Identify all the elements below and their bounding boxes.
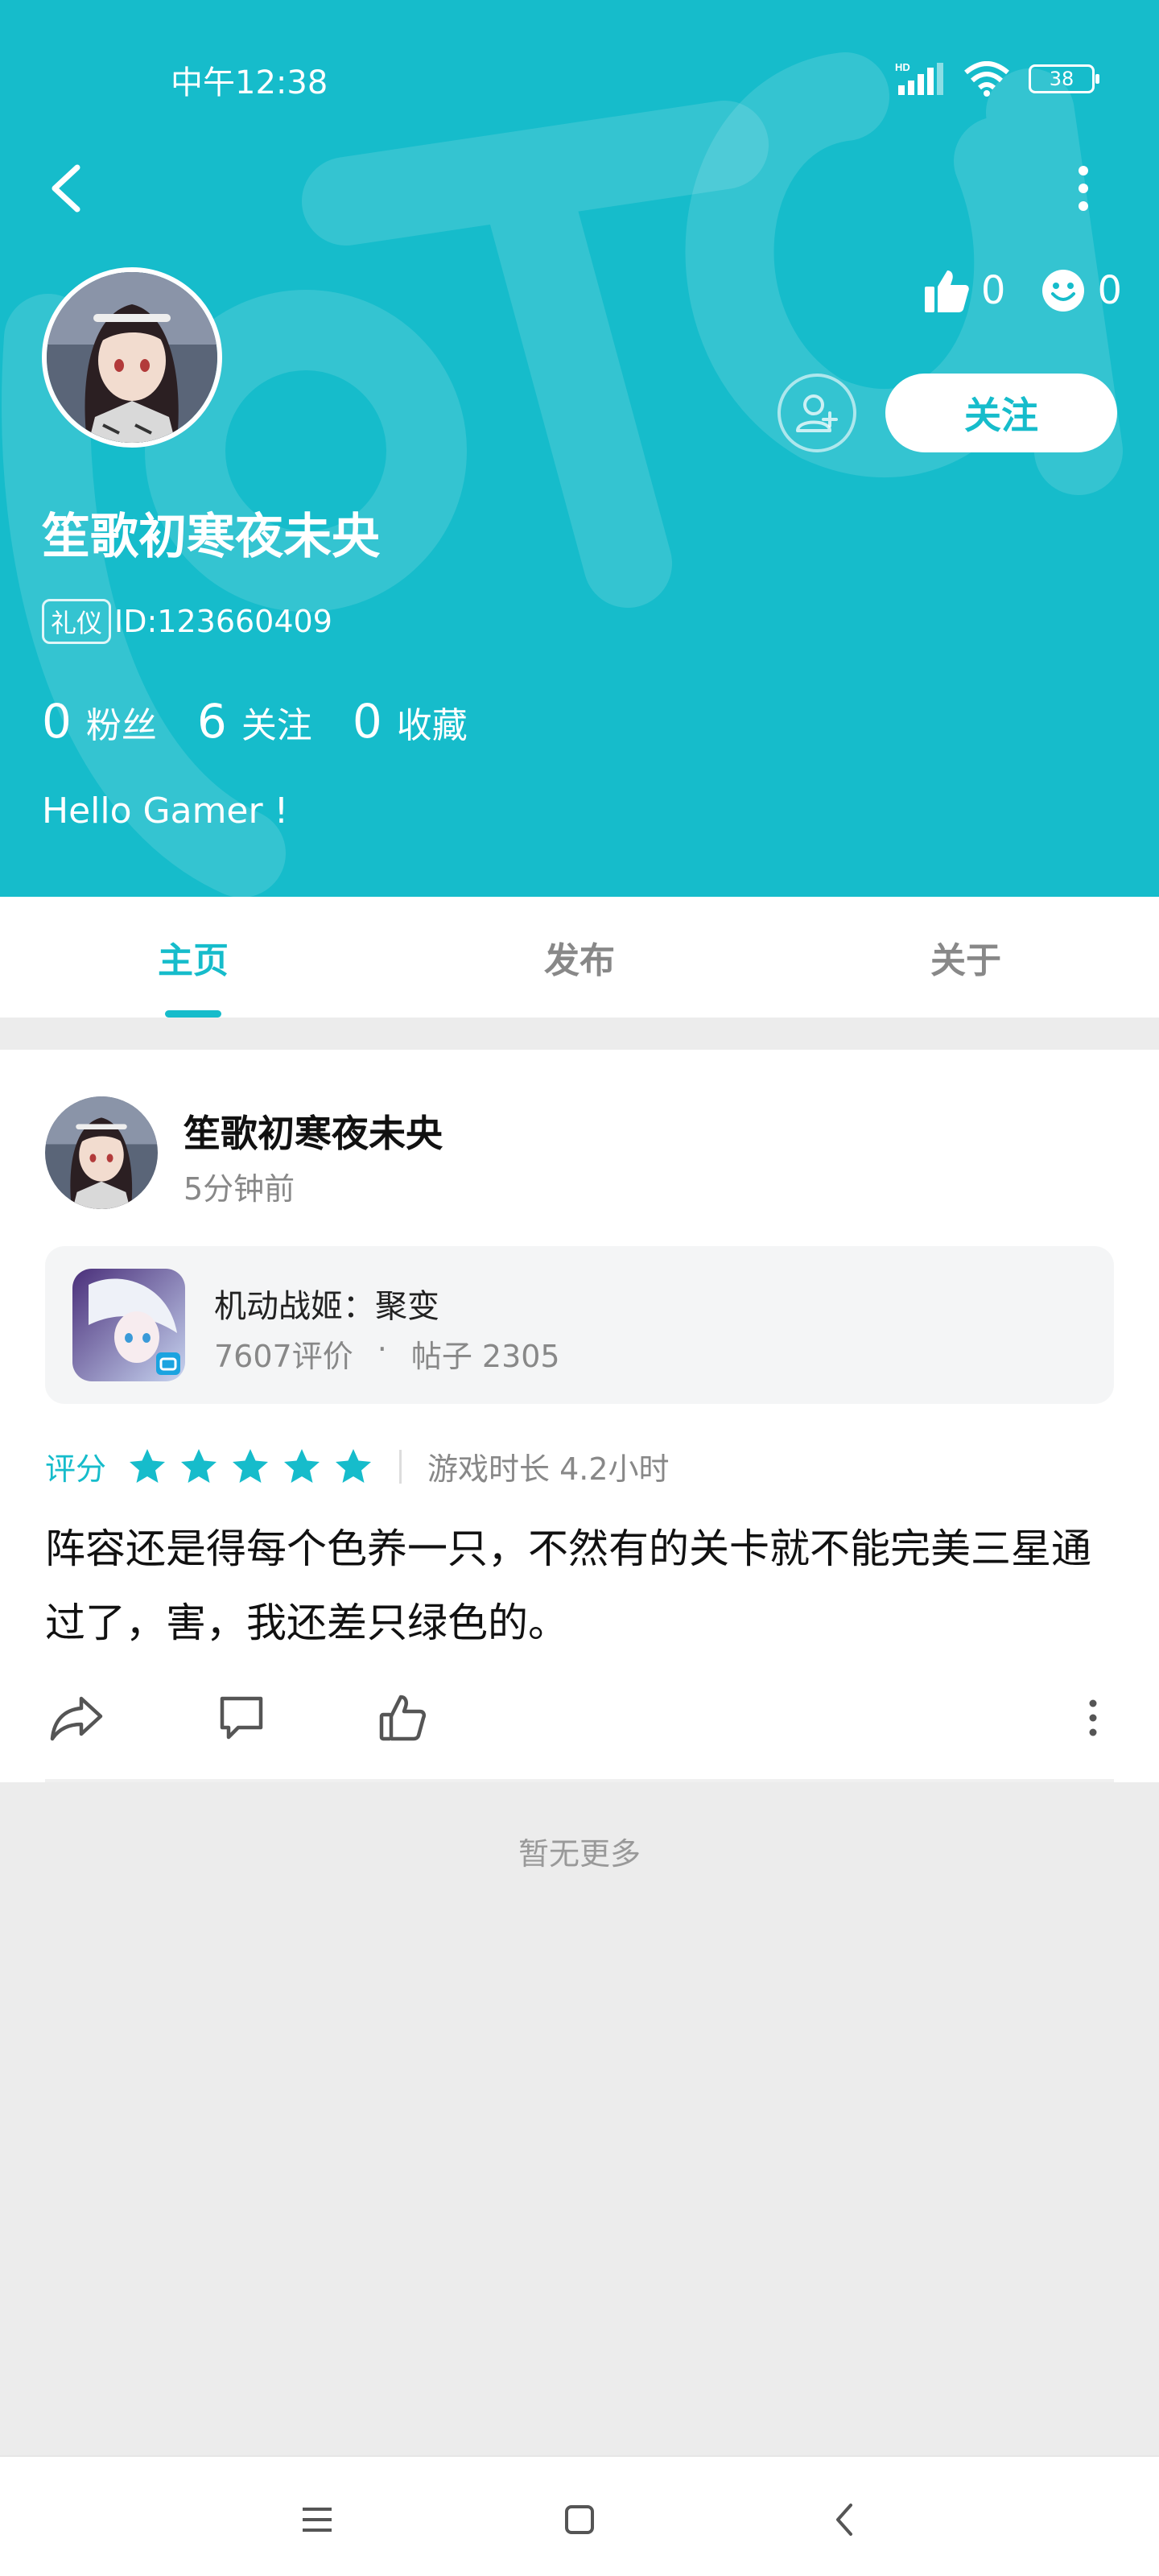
back-nav-button[interactable]: [813, 2487, 877, 2552]
meta-separator: ·: [377, 1331, 387, 1367]
profile-tabs: 主页 发布 关于: [0, 897, 1159, 1018]
home-nav-button[interactable]: [547, 2487, 612, 2552]
more-vertical-icon: [1089, 1699, 1097, 1736]
user-id: ID:123660409: [114, 604, 332, 639]
thumbs-up-icon: [924, 270, 969, 312]
section-gap: [0, 1018, 1159, 1050]
share-button[interactable]: [45, 1686, 109, 1750]
thumbs-up-icon: [379, 1695, 427, 1741]
profile-header: 中午12:38 HD 38 0 0 关注 笙歌初寒夜未央 礼仪 ID:12366…: [0, 0, 1159, 897]
tab-about[interactable]: 关于: [773, 897, 1159, 1018]
menu-icon: [303, 2508, 332, 2532]
interaction-counts: 0 0: [923, 267, 1122, 314]
profile-bio: Hello Gamer !: [42, 791, 289, 832]
comment-icon: [220, 1696, 263, 1740]
game-info-box[interactable]: 机动战姬：聚变 7607评价 · 帖子 2305: [45, 1246, 1114, 1404]
nav-back-icon: [836, 2504, 852, 2536]
profile-avatar[interactable]: [42, 267, 222, 448]
stat-fans[interactable]: 0 粉丝: [42, 694, 157, 749]
stat-favorites[interactable]: 0 收藏: [353, 694, 468, 749]
star-icon: [130, 1448, 166, 1483]
game-icon: [72, 1269, 185, 1381]
like-button[interactable]: [370, 1686, 435, 1750]
tab-posts[interactable]: 发布: [386, 897, 773, 1018]
more-button[interactable]: [1062, 158, 1104, 219]
status-time: 中午12:38: [171, 64, 328, 101]
stat-label: 粉丝: [85, 705, 157, 746]
share-icon: [50, 1696, 103, 1741]
star-rating: [127, 1447, 373, 1487]
game-icon-image: [72, 1269, 185, 1381]
rating-row: 评分 游戏时长 4.2小时: [45, 1444, 670, 1488]
post-author-name[interactable]: 笙歌初寒夜未央: [184, 1104, 443, 1158]
card-divider: [45, 1779, 1114, 1782]
rating-label: 评分: [45, 1451, 107, 1487]
back-arrow-icon: [52, 164, 80, 213]
add-friend-button[interactable]: [777, 374, 856, 452]
playtime: 游戏时长 4.2小时: [427, 1451, 670, 1487]
profile-username: 笙歌初寒夜未央: [42, 509, 380, 565]
smiles-count-item[interactable]: 0: [1041, 268, 1122, 313]
review-content[interactable]: 阵容还是得每个色养一只，不然有的关卡就不能完美三星通过了，害，我还差只绿色的。: [45, 1512, 1116, 1660]
home-icon: [565, 2505, 594, 2534]
star-icon: [233, 1448, 269, 1483]
game-name: 机动战姬：聚变: [214, 1288, 439, 1325]
post-more-button[interactable]: [1061, 1686, 1125, 1750]
no-more-text: 暂无更多: [518, 1836, 641, 1872]
stat-number: 6: [196, 694, 227, 749]
post-actions: [45, 1686, 1116, 1750]
stat-following[interactable]: 6 关注: [197, 694, 312, 749]
post-time: 5分钟前: [184, 1171, 295, 1207]
follow-button[interactable]: 关注: [885, 374, 1117, 452]
stat-label: 关注: [241, 705, 312, 746]
game-reviews: 7607评价: [214, 1339, 353, 1374]
stat-number: 0: [42, 694, 72, 749]
more-vertical-icon: [1079, 166, 1088, 211]
stat-number: 0: [352, 694, 382, 749]
add-friend-icon: [796, 394, 838, 432]
etiquette-badge[interactable]: 礼仪: [42, 599, 112, 644]
profile-page: 中午12:38 HD 38 0 0 关注 笙歌初寒夜未央 礼仪 ID:12366…: [0, 0, 1159, 2576]
star-icon: [284, 1448, 320, 1483]
avatar-image: [47, 272, 217, 443]
stat-label: 收藏: [396, 705, 468, 746]
star-icon: [336, 1448, 372, 1483]
smiles-count: 0: [1097, 268, 1122, 313]
review-card[interactable]: 笙歌初寒夜未央 5分钟前 机动战姬：聚变 7607评价 · 帖子 2305 评分…: [0, 1050, 1159, 1782]
smile-icon: [1042, 270, 1085, 312]
likes-count-item[interactable]: 0: [923, 267, 1006, 314]
signal-icon: HD: [895, 61, 943, 95]
game-posts: 帖子 2305: [410, 1339, 560, 1374]
tab-home[interactable]: 主页: [0, 897, 386, 1018]
post-author-avatar[interactable]: [45, 1096, 158, 1209]
menu-nav-button[interactable]: [285, 2487, 349, 2552]
wifi-icon: [964, 61, 1009, 97]
rating-divider: [399, 1449, 402, 1484]
profile-stats: 0 粉丝 6 关注 0 收藏: [42, 694, 468, 749]
avatar-image: [45, 1096, 158, 1209]
id-row: 礼仪 ID:123660409: [42, 599, 332, 644]
status-icons: HD 38: [895, 61, 1099, 97]
comment-button[interactable]: [209, 1686, 274, 1750]
system-nav-bar: [0, 2455, 1159, 2576]
game-meta: 7607评价 · 帖子 2305: [214, 1331, 560, 1376]
back-button[interactable]: [42, 158, 90, 219]
star-icon: [181, 1448, 217, 1483]
battery-indicator: 38: [1029, 64, 1099, 93]
svg-text:HD: HD: [895, 61, 910, 73]
likes-count: 0: [980, 268, 1006, 313]
